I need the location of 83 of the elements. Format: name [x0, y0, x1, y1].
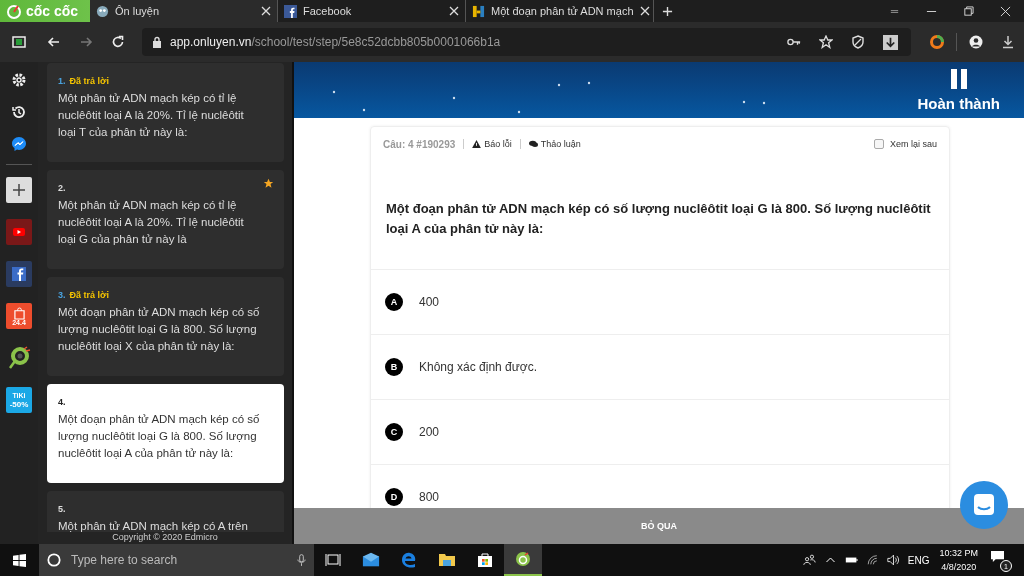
question-card[interactable]: 5. Một phân tử ADN mạch kép có A trên	[47, 491, 284, 532]
question-preview: Một phân tử ADN mạch kép có tỉ lệ nuclêôtit loại A là 20%. Tỉ lệ nuclêôtit loại T của phân tử này là:	[58, 91, 245, 140]
review-later-checkbox[interactable]: Xem lại sau	[873, 139, 937, 149]
reload-icon[interactable]	[111, 35, 125, 49]
facebook-icon[interactable]	[6, 261, 32, 287]
question-number: 1.	[58, 76, 66, 86]
leaf-logo-icon[interactable]	[6, 345, 32, 371]
discussion-link[interactable]: Thảo luận	[528, 139, 581, 149]
question-card[interactable]: 1. Đã trả lời Một phân tử ADN mạch kép có tỉ lệ nuclêôtit loại A là 20%. Tỉ lệ nuclêôtit loại T của phân tử này là:	[47, 63, 284, 162]
microphone-icon[interactable]	[297, 553, 306, 567]
question-text: Một đoạn phân tử ADN mạch kép có số lượng nuclêôtit loại G là 800. Số lượng nuclêôtit loại A của phân tử này là:	[385, 200, 932, 238]
close-icon[interactable]	[639, 6, 650, 16]
question-card[interactable]: 4. Một đoạn phân tử ADN mạch kép có số lượng nuclêôtit loại G là 800. Số lượng nuclêôtit loại A của phân tử này là:	[47, 384, 284, 483]
people-icon[interactable]	[802, 554, 816, 566]
bird-icon	[96, 4, 109, 18]
windows-start-icon[interactable]	[13, 553, 26, 567]
settings-icon[interactable]	[11, 72, 27, 88]
url-host: app.onluyen.vn	[170, 35, 252, 49]
taskbar-search-box[interactable]: Type here to search	[39, 544, 314, 576]
finish-button[interactable]: Hoàn thành	[917, 68, 1000, 112]
answered-label: Đã trả lời	[69, 290, 109, 300]
answered-label: Đã trả lời	[69, 76, 109, 86]
browser-logo-icon	[515, 551, 531, 567]
address-bar[interactable]: app.onluyen.vn/school/test/step/5e8c52dcbb805b0001066b1a	[142, 28, 911, 56]
volume-icon[interactable]	[886, 554, 900, 566]
bookmark-star-icon[interactable]	[819, 35, 833, 49]
question-code: Câu: 4 #190293	[383, 138, 456, 150]
new-tab-icon[interactable]	[662, 5, 673, 17]
answer-option[interactable]: A 400	[371, 269, 949, 334]
add-icon[interactable]	[6, 177, 32, 203]
answer-option[interactable]: C 200	[371, 399, 949, 464]
warning-icon	[472, 140, 482, 148]
profile-icon[interactable]	[969, 35, 983, 49]
question-number: 2.	[58, 183, 66, 193]
close-icon[interactable]	[449, 6, 459, 16]
search-field[interactable]: Type here to search	[69, 552, 289, 568]
question-number: 5.	[58, 504, 66, 514]
url-path: /school/test/step/5e8c52dcbb805b0001066b1a	[251, 35, 501, 49]
history-icon[interactable]	[11, 104, 27, 120]
browser-taskbar-button[interactable]	[504, 544, 542, 576]
letter-icon	[472, 4, 485, 18]
lock-icon	[152, 36, 162, 48]
chat-icon[interactable]	[960, 481, 1008, 529]
clock[interactable]: 10:32 PM 4/8/2020	[939, 546, 978, 574]
store-icon[interactable]	[476, 552, 494, 568]
facebook-icon	[284, 4, 297, 18]
copyright-text: Copyright © 2020 Edmicro	[111, 532, 219, 544]
wifi-icon[interactable]	[865, 554, 879, 566]
close-icon[interactable]	[261, 6, 271, 16]
close-icon[interactable]	[1000, 5, 1011, 17]
chat-bubbles-icon	[528, 140, 538, 148]
question-number: 4.	[58, 397, 66, 407]
mail-icon[interactable]	[362, 552, 380, 568]
edge-browser-icon[interactable]	[400, 552, 418, 568]
shopping-bag-icon	[13, 306, 25, 320]
sidebar-toggle-icon[interactable]	[12, 35, 26, 49]
question-preview: Một phân tử ADN mạch kép có A trên	[58, 519, 249, 532]
report-error-link[interactable]: Báo lỗi	[472, 139, 512, 149]
browser-tab[interactable]: Ôn luyện	[90, 0, 278, 22]
download-icon[interactable]	[1001, 35, 1015, 49]
extension-icon[interactable]	[930, 35, 944, 49]
discount-text: -50%	[9, 400, 29, 409]
search-circle-icon	[47, 553, 61, 567]
forward-icon[interactable]	[79, 35, 93, 49]
question-card[interactable]: 2. Một phân tử ADN mạch kép có tỉ lệ nuclêôtit loại A là 20%. Tỉ lệ nuclêôtit loại G của phân tử này là	[47, 170, 284, 269]
answer-option[interactable]: B Không xác định được.	[371, 334, 949, 399]
language-indicator[interactable]: ENG	[907, 554, 930, 566]
video-play-icon[interactable]	[6, 219, 32, 245]
folder-icon[interactable]	[438, 552, 456, 568]
download-icon[interactable]	[883, 34, 898, 50]
notification-icon[interactable]	[990, 550, 1005, 563]
question-preview: Một phân tử ADN mạch kép có tỉ lệ nuclêôtit loại A là 20%. Tỉ lệ nuclêôtit loại G của phân tử này là	[58, 198, 245, 247]
restore-icon[interactable]	[963, 5, 974, 17]
task-view-icon[interactable]	[324, 552, 342, 568]
messenger-icon[interactable]	[11, 136, 27, 152]
question-preview: Một đoạn phân tử ADN mạch kép có số lượng nuclêôtit loại G là 800. Số lượng nuclêôtit loại A của phân tử này là:	[58, 412, 261, 461]
question-card[interactable]: 3. Đã trả lời Một đoạn phân tử ADN mạch kép có số lượng nuclêôtit loại G là 800. Số lượng nuclêôtit loại X của phân tử này là:	[47, 277, 284, 376]
question-preview: Một đoạn phân tử ADN mạch kép có số lượng nuclêôtit loại G là 800. Số lượng nuclêôtit loại X của phân tử này là:	[58, 305, 261, 354]
question-number: 3.	[58, 290, 66, 300]
back-icon[interactable]	[47, 35, 61, 49]
shield-icon[interactable]	[851, 35, 865, 49]
pause-icon	[948, 68, 969, 89]
logo-icon	[6, 3, 22, 19]
